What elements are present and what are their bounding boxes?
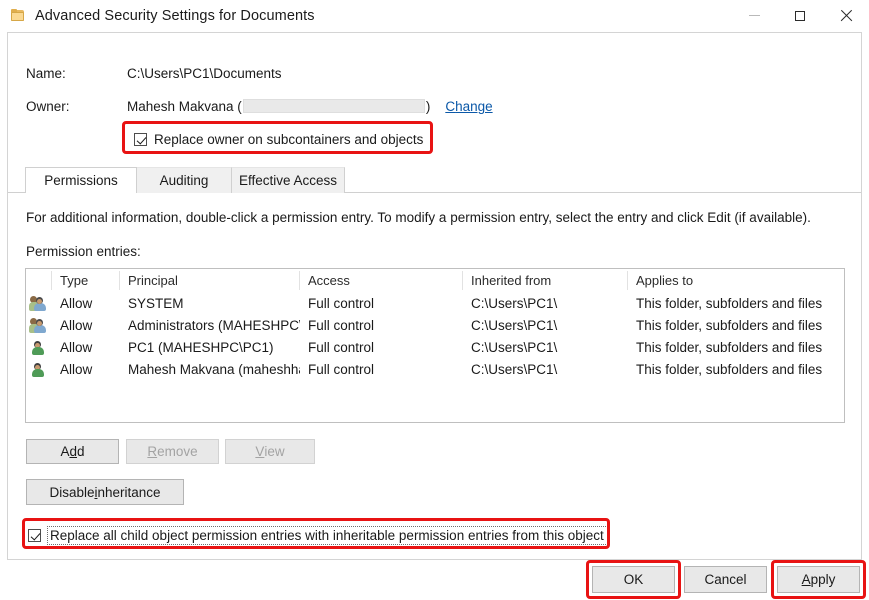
user-icon bbox=[30, 340, 46, 355]
group-icon bbox=[30, 296, 46, 311]
title-bar: Advanced Security Settings for Documents bbox=[0, 0, 869, 31]
column-header-inherited-from[interactable]: Inherited from bbox=[463, 271, 628, 290]
table-row[interactable]: Allow Administrators (MAHESHPC\A... Full… bbox=[26, 314, 844, 336]
replace-owner-checkbox-label: Replace owner on subcontainers and objec… bbox=[154, 132, 423, 147]
permission-entries-label: Permission entries: bbox=[26, 244, 141, 259]
column-header-applies-to[interactable]: Applies to bbox=[628, 271, 844, 290]
row-applies-to: This folder, subfolders and files bbox=[628, 318, 844, 333]
row-principal: SYSTEM bbox=[120, 296, 300, 311]
row-applies-to: This folder, subfolders and files bbox=[628, 340, 844, 355]
row-access: Full control bbox=[300, 362, 463, 377]
owner-value: Mahesh Makvana () bbox=[127, 99, 430, 114]
tab-permissions[interactable]: Permissions bbox=[25, 167, 137, 193]
add-button[interactable]: Add bbox=[26, 439, 119, 464]
apply-button-accel: A bbox=[802, 572, 811, 587]
group-icon bbox=[30, 318, 46, 333]
tab-strip: Permissions Auditing Effective Access bbox=[8, 167, 861, 193]
row-inherited-from: C:\Users\PC1\ bbox=[463, 318, 628, 333]
user-icon bbox=[30, 362, 46, 377]
row-access: Full control bbox=[300, 296, 463, 311]
replace-child-permissions-checkbox-row[interactable]: Replace all child object permission entr… bbox=[28, 526, 608, 545]
add-button-post: d bbox=[77, 444, 85, 459]
change-owner-link[interactable]: Change bbox=[445, 99, 492, 114]
maximize-icon bbox=[795, 11, 805, 21]
row-inherited-from: C:\Users\PC1\ bbox=[463, 362, 628, 377]
minimize-icon bbox=[749, 15, 760, 16]
row-access: Full control bbox=[300, 318, 463, 333]
window-title: Advanced Security Settings for Documents bbox=[35, 8, 315, 24]
table-row[interactable]: Allow SYSTEM Full control C:\Users\PC1\ … bbox=[26, 292, 844, 314]
apply-button[interactable]: Apply bbox=[777, 566, 860, 593]
name-value: C:\Users\PC1\Documents bbox=[127, 66, 282, 81]
row-type: Allow bbox=[52, 362, 120, 377]
cancel-button[interactable]: Cancel bbox=[684, 566, 767, 593]
replace-child-permissions-checkbox-label: Replace all child object permission entr… bbox=[47, 526, 608, 545]
folder-icon bbox=[10, 8, 26, 24]
close-button[interactable] bbox=[823, 0, 869, 31]
owner-row: Owner: Mahesh Makvana () Change bbox=[26, 99, 493, 114]
close-icon bbox=[840, 9, 853, 22]
name-row: Name: C:\Users\PC1\Documents bbox=[26, 66, 282, 81]
tab-auditing-label: Auditing bbox=[160, 173, 209, 188]
table-row[interactable]: Allow Mahesh Makvana (maheshhari... Full… bbox=[26, 358, 844, 380]
cancel-button-label: Cancel bbox=[704, 572, 746, 587]
column-header-icon bbox=[26, 271, 52, 290]
tab-effective-access[interactable]: Effective Access bbox=[232, 167, 345, 193]
column-header-principal[interactable]: Principal bbox=[120, 271, 300, 290]
remove-button-accel: R bbox=[147, 444, 157, 459]
change-link-rest: hange bbox=[455, 99, 493, 114]
owner-name-suffix: ) bbox=[426, 99, 431, 114]
replace-owner-checkbox[interactable] bbox=[134, 133, 147, 146]
owner-name-prefix: Mahesh Makvana ( bbox=[127, 99, 242, 114]
ok-button[interactable]: OK bbox=[592, 566, 675, 593]
tab-effective-access-label: Effective Access bbox=[239, 173, 337, 188]
instruction-text: For additional information, double-click… bbox=[26, 210, 811, 225]
row-inherited-from: C:\Users\PC1\ bbox=[463, 340, 628, 355]
view-button[interactable]: View bbox=[225, 439, 315, 464]
table-row[interactable]: Allow PC1 (MAHESHPC\PC1) Full control C:… bbox=[26, 336, 844, 358]
row-applies-to: This folder, subfolders and files bbox=[628, 296, 844, 311]
remove-button[interactable]: Remove bbox=[126, 439, 219, 464]
row-type: Allow bbox=[52, 318, 120, 333]
disable-inheritance-pre: Disable bbox=[49, 485, 94, 500]
owner-label: Owner: bbox=[26, 99, 127, 114]
row-access: Full control bbox=[300, 340, 463, 355]
row-principal: PC1 (MAHESHPC\PC1) bbox=[120, 340, 300, 355]
add-button-pre: A bbox=[60, 444, 69, 459]
tab-auditing[interactable]: Auditing bbox=[137, 167, 232, 193]
row-type: Allow bbox=[52, 296, 120, 311]
list-header-row: Type Principal Access Inherited from App… bbox=[26, 269, 844, 292]
apply-button-rest: pply bbox=[811, 572, 836, 587]
row-principal: Mahesh Makvana (maheshhari... bbox=[120, 362, 300, 377]
change-link-accel: C bbox=[445, 99, 455, 114]
owner-redacted-block bbox=[243, 99, 425, 113]
column-header-type[interactable]: Type bbox=[52, 271, 120, 290]
minimize-button[interactable] bbox=[731, 0, 777, 31]
window-controls bbox=[731, 0, 869, 31]
maximize-button[interactable] bbox=[777, 0, 823, 31]
disable-inheritance-post: nheritance bbox=[97, 485, 160, 500]
disable-inheritance-button[interactable]: Disable inheritance bbox=[26, 479, 184, 505]
replace-owner-checkbox-row[interactable]: Replace owner on subcontainers and objec… bbox=[134, 132, 423, 147]
view-button-post: iew bbox=[264, 444, 284, 459]
view-button-accel: V bbox=[255, 444, 264, 459]
replace-child-permissions-checkbox[interactable] bbox=[28, 529, 41, 542]
remove-button-post: emove bbox=[157, 444, 198, 459]
permission-entries-list[interactable]: Type Principal Access Inherited from App… bbox=[25, 268, 845, 423]
row-inherited-from: C:\Users\PC1\ bbox=[463, 296, 628, 311]
column-header-access[interactable]: Access bbox=[300, 271, 463, 290]
add-button-accel: d bbox=[69, 444, 77, 459]
dialog-panel: Name: C:\Users\PC1\Documents Owner: Mahe… bbox=[7, 32, 862, 560]
row-applies-to: This folder, subfolders and files bbox=[628, 362, 844, 377]
ok-button-label: OK bbox=[624, 572, 644, 587]
name-label: Name: bbox=[26, 66, 127, 81]
row-type: Allow bbox=[52, 340, 120, 355]
row-principal: Administrators (MAHESHPC\A... bbox=[120, 318, 300, 333]
tab-permissions-label: Permissions bbox=[44, 173, 118, 188]
